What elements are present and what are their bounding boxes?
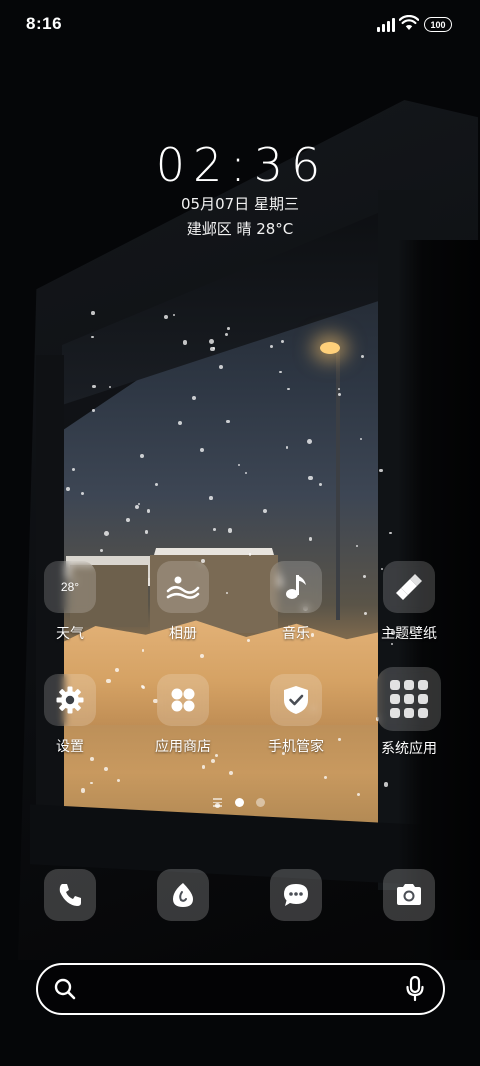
- snowflake: [90, 310, 95, 315]
- gear-icon: [44, 674, 96, 726]
- snowflake: [361, 354, 365, 358]
- battery-icon: 100: [424, 17, 452, 32]
- search-icon: [54, 978, 76, 1000]
- snowflake: [307, 475, 313, 481]
- camera-icon[interactable]: [383, 869, 435, 921]
- phone-icon[interactable]: [44, 869, 96, 921]
- snowflake: [114, 667, 120, 672]
- app-settings[interactable]: 设置: [15, 674, 125, 756]
- music-note-icon: [270, 561, 322, 613]
- status-bar: 8:16 100: [0, 0, 480, 50]
- snowflake: [359, 437, 362, 440]
- snowflake: [91, 335, 94, 339]
- app-security[interactable]: 手机管家: [241, 674, 351, 756]
- snowflake: [103, 530, 109, 536]
- snowflake: [89, 757, 94, 761]
- app-label: 主题壁纸: [381, 626, 437, 642]
- snowflake: [379, 468, 383, 473]
- snowflake: [200, 654, 204, 659]
- snowflake: [146, 509, 151, 513]
- snowflake: [356, 792, 360, 797]
- snowflake: [92, 384, 96, 389]
- snowflake: [135, 504, 140, 509]
- app-gallery[interactable]: 相册: [128, 561, 238, 643]
- snowflake: [227, 327, 230, 330]
- snowflake: [307, 438, 313, 444]
- snowflake: [144, 530, 149, 534]
- snowflake: [109, 385, 112, 388]
- app-themes[interactable]: 主题壁纸: [354, 561, 464, 643]
- snowflake: [383, 781, 389, 787]
- weather-tile-temp: 28°: [60, 580, 80, 594]
- app-label: 相册: [169, 626, 197, 642]
- shield-check-icon: [270, 674, 322, 726]
- snowflake: [99, 548, 104, 552]
- snowflake: [66, 487, 71, 491]
- messages-icon[interactable]: [270, 869, 322, 921]
- snowflake: [319, 482, 323, 486]
- snowflake: [209, 346, 215, 352]
- date-text: 05月07日 星期三: [181, 195, 299, 213]
- clock-widget[interactable]: 02:36: [0, 138, 480, 192]
- folder-grid-icon: [377, 667, 441, 731]
- snowflake: [141, 649, 145, 652]
- wifi-icon: [399, 15, 419, 30]
- app-label: 系统应用: [381, 741, 437, 757]
- snowflake: [92, 409, 95, 412]
- weather-text: 建邺区 晴 28°C: [186, 220, 294, 238]
- app-label: 应用商店: [155, 739, 211, 755]
- app-store-icon: [157, 674, 209, 726]
- snowflake: [212, 528, 216, 532]
- search-bar[interactable]: [36, 963, 445, 1015]
- status-time: 8:16: [26, 14, 63, 33]
- app-store[interactable]: 应用商店: [128, 674, 238, 756]
- snowflake: [201, 764, 206, 769]
- snowflake: [137, 502, 140, 505]
- snowflake: [337, 392, 341, 396]
- snowflake: [285, 446, 289, 449]
- snowflake: [210, 758, 215, 764]
- app-label: 设置: [56, 739, 84, 755]
- page-dot[interactable]: [256, 798, 265, 807]
- list-view-icon[interactable]: [213, 798, 222, 807]
- page-dot-active[interactable]: [235, 798, 244, 807]
- signal-icon: [377, 18, 395, 32]
- snowflake: [177, 420, 183, 425]
- app-label: 音乐: [282, 626, 310, 642]
- battery-level: 100: [430, 19, 446, 30]
- snowflake: [182, 340, 188, 345]
- browser-icon[interactable]: [157, 869, 209, 921]
- streetlight-lamp: [320, 342, 340, 354]
- snowflake: [192, 395, 197, 400]
- paint-brush-icon: [383, 561, 435, 613]
- gallery-icon: [157, 561, 209, 613]
- snowflake: [126, 518, 131, 522]
- snowflake: [227, 528, 233, 533]
- weather-icon: 28°: [44, 561, 96, 613]
- page-indicator[interactable]: [0, 797, 480, 809]
- app-label: 手机管家: [268, 739, 324, 755]
- snowflake: [209, 496, 213, 500]
- microphone-icon[interactable]: [405, 976, 425, 1002]
- snowflake: [338, 387, 341, 390]
- app-weather[interactable]: 28° 天气: [15, 561, 125, 643]
- app-label: 天气: [56, 626, 84, 642]
- app-system-folder[interactable]: 系统应用: [354, 667, 464, 758]
- app-music[interactable]: 音乐: [241, 561, 351, 643]
